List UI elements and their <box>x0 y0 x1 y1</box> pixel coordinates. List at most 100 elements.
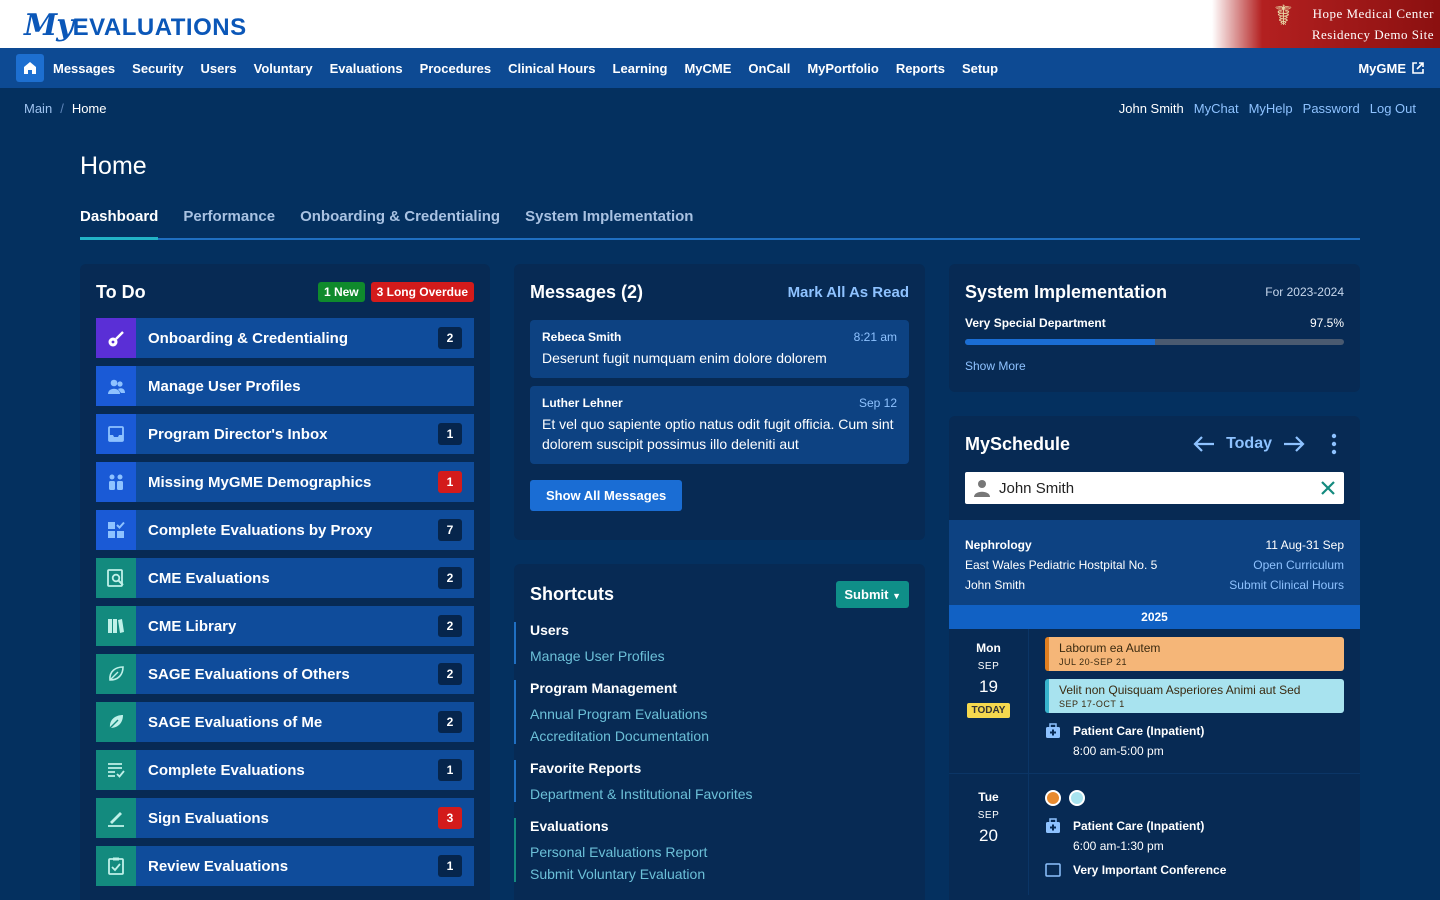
schedule-year: 2025 <box>949 605 1360 629</box>
todo-item[interactable]: Sign Evaluations 3 <box>96 798 474 838</box>
day-of-week: Tue <box>978 790 999 804</box>
schedule-event[interactable]: Laborum ea Autem JUL 20-SEP 21 <box>1045 637 1344 671</box>
arrow-left-icon[interactable] <box>1192 435 1216 453</box>
todo-item[interactable]: Complete Evaluations 1 <box>96 750 474 790</box>
new-badge: 1 New <box>317 282 365 302</box>
todo-count-badge: 1 <box>438 759 462 781</box>
todo-item[interactable]: Program Director's Inbox 1 <box>96 414 474 454</box>
nav-mygme-link[interactable]: MyGME <box>1358 61 1424 76</box>
event-title: Laborum ea Autem <box>1059 641 1161 655</box>
message-item[interactable]: Rebeca Smith 8:21 am Deserunt fugit numq… <box>530 320 909 378</box>
show-all-messages-button[interactable]: Show All Messages <box>530 480 683 511</box>
message-time: Sep 12 <box>858 396 897 410</box>
user-name[interactable]: John Smith <box>1119 101 1184 116</box>
day-of-week: Mon <box>976 641 1001 655</box>
shortcut-groups: Users Manage User Profiles Program Managem… <box>514 622 909 882</box>
nav-setup[interactable]: Setup <box>962 61 998 76</box>
todo-item[interactable]: Review Evaluations 1 <box>96 846 474 886</box>
event-dot[interactable] <box>1045 790 1061 806</box>
clear-icon[interactable] <box>1320 480 1336 496</box>
app-logo[interactable]: MyEVALUATIONS <box>24 8 247 43</box>
mychat-link[interactable]: MyChat <box>1194 101 1239 116</box>
system-implementation-title: System Implementation <box>965 281 1168 302</box>
nav-procedures[interactable]: Procedures <box>420 61 492 76</box>
todo-item[interactable]: Complete Evaluations by Proxy 7 <box>96 510 474 550</box>
today-button[interactable]: Today <box>1226 435 1272 453</box>
conference-item[interactable]: Very Important Conference <box>1045 860 1344 883</box>
shortcut-link[interactable]: Accreditation Documentation <box>530 728 909 744</box>
messages-card: Messages (2) Mark All As Read Rebeca Smi… <box>514 264 925 540</box>
tab-system-implementation[interactable]: System Implementation <box>525 205 693 240</box>
todo-item[interactable]: SAGE Evaluations of Me 2 <box>96 702 474 742</box>
shortcut-link[interactable]: Personal Evaluations Report <box>530 844 909 860</box>
shortcut-group-title: Evaluations <box>530 818 609 834</box>
open-curriculum-link[interactable]: Open Curriculum <box>1253 555 1344 575</box>
nav-mycme[interactable]: MyCME <box>684 61 731 76</box>
schedule-user-search[interactable]: John Smith <box>965 472 1344 504</box>
shortcut-link[interactable]: Department & Institutional Favorites <box>530 786 909 802</box>
guitar-icon <box>96 318 136 358</box>
shortcut-link[interactable]: Submit Voluntary Evaluation <box>530 866 909 882</box>
todo-item[interactable]: Onboarding & Credentialing 2 <box>96 318 474 358</box>
logo-my: My <box>24 8 74 43</box>
event-dates: JUL 20-SEP 21 <box>1059 657 1128 667</box>
todo-item-label: Complete Evaluations <box>148 761 305 779</box>
todo-item-label: Review Evaluations <box>148 857 289 875</box>
message-item[interactable]: Luther Lehner Sep 12 Et vel quo sapiente… <box>530 386 909 464</box>
schedule-event[interactable]: Velit non Quisquam Asperiores Animi aut … <box>1045 679 1344 713</box>
message-sender: Luther Lehner <box>542 396 623 410</box>
day-month: SEP <box>977 810 1000 821</box>
nav-security[interactable]: Security <box>132 61 183 76</box>
nav-evaluations[interactable]: Evaluations <box>330 61 403 76</box>
todo-item[interactable]: SAGE Evaluations of Others 2 <box>96 654 474 694</box>
logout-link[interactable]: Log Out <box>1370 101 1416 116</box>
tab-onboarding[interactable]: Onboarding & Credentialing <box>300 205 500 240</box>
shortcut-link[interactable]: Manage User Profiles <box>530 648 909 664</box>
todo-item[interactable]: Manage User Profiles <box>96 366 474 406</box>
nav-voluntary[interactable]: Voluntary <box>254 61 313 76</box>
more-options-icon[interactable] <box>1324 432 1344 456</box>
nav-myportfolio[interactable]: MyPortfolio <box>807 61 879 76</box>
messages-title: Messages (2) <box>530 281 644 302</box>
todo-item[interactable]: CME Library 2 <box>96 606 474 646</box>
todo-count-badge: 3 <box>438 807 462 829</box>
todo-item[interactable]: Missing MyGME Demographics 1 <box>96 462 474 502</box>
tab-performance[interactable]: Performance <box>183 205 275 240</box>
todo-item-label: Missing MyGME Demographics <box>148 473 372 491</box>
submit-clinical-hours-link[interactable]: Submit Clinical Hours <box>1229 575 1344 595</box>
external-link-icon <box>1412 62 1424 74</box>
nav-clinical-hours[interactable]: Clinical Hours <box>508 61 595 76</box>
home-button[interactable] <box>16 54 44 82</box>
myhelp-link[interactable]: MyHelp <box>1249 101 1293 116</box>
submit-dropdown-button[interactable]: Submit ▼ <box>836 580 909 608</box>
nav-oncall[interactable]: OnCall <box>748 61 790 76</box>
show-more-link[interactable]: Show More <box>965 359 1026 373</box>
assignment[interactable]: Patient Care (Inpatient) 6:00 am-1:30 pm <box>1045 816 1344 856</box>
mark-all-read-link[interactable]: Mark All As Read <box>788 284 909 301</box>
assignment[interactable]: Patient Care (Inpatient) 8:00 am-5:00 pm <box>1045 721 1344 761</box>
schedule-day: Mon SEP 19 TODAY Laborum ea Autem JUL 20… <box>949 629 1360 774</box>
rotation-person: John Smith <box>965 578 1026 592</box>
nav-messages[interactable]: Messages <box>53 61 115 76</box>
medical-case-icon <box>1046 723 1060 738</box>
todo-list: Onboarding & Credentialing 2 Manage User P… <box>96 318 474 886</box>
nav-reports[interactable]: Reports <box>896 61 945 76</box>
search-document-icon <box>96 558 136 598</box>
todo-item-label: Program Director's Inbox <box>148 425 328 443</box>
event-dot[interactable] <box>1069 790 1085 806</box>
dashboard-tabs: Dashboard Performance Onboarding & Crede… <box>80 205 1360 240</box>
rotation-dates: 11 Aug-31 Sep <box>1265 538 1344 552</box>
nav-learning[interactable]: Learning <box>613 61 668 76</box>
shortcut-link[interactable]: Annual Program Evaluations <box>530 706 909 722</box>
org-site: Residency Demo Site <box>1311 27 1434 42</box>
arrow-right-icon[interactable] <box>1282 435 1306 453</box>
breadcrumb-main[interactable]: Main <box>24 101 52 116</box>
shortcut-group-title: Users <box>530 622 569 638</box>
tab-dashboard[interactable]: Dashboard <box>80 205 159 240</box>
todo-count-badge: 1 <box>438 471 462 493</box>
todo-item[interactable]: CME Evaluations 2 <box>96 558 474 598</box>
todo-count-badge: 1 <box>438 423 462 445</box>
password-link[interactable]: Password <box>1303 101 1360 116</box>
nav-users[interactable]: Users <box>200 61 236 76</box>
shortcut-group-title: Favorite Reports <box>530 760 642 776</box>
